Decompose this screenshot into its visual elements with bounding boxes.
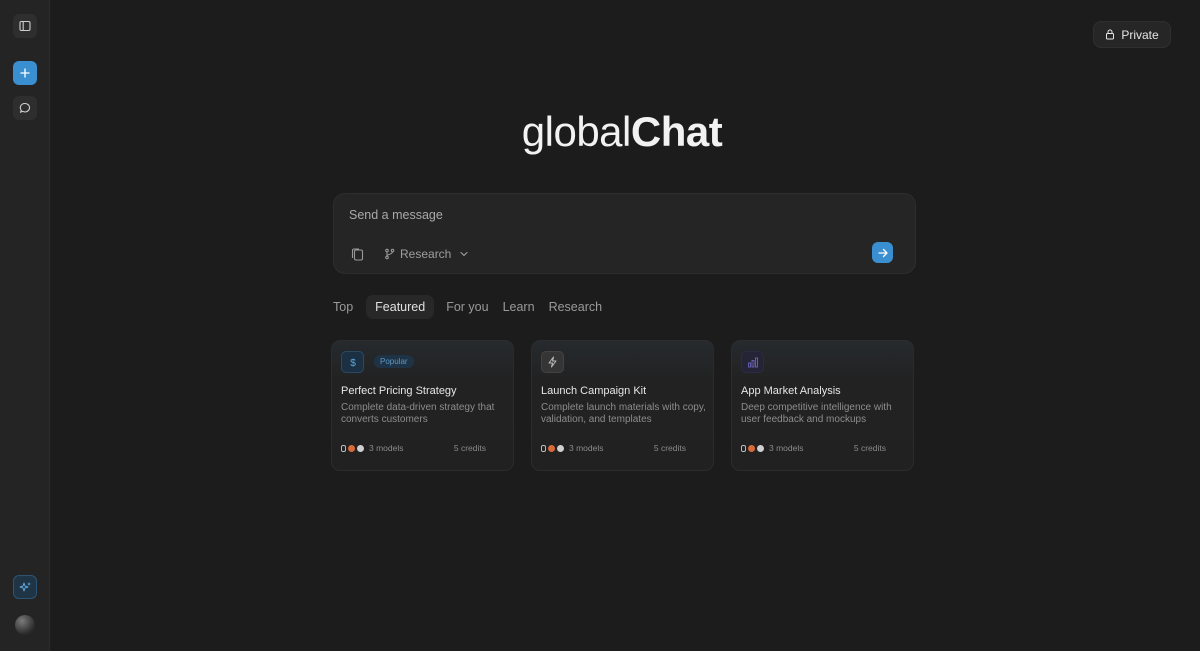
arrow-right-icon bbox=[877, 248, 888, 257]
send-button[interactable] bbox=[872, 242, 893, 263]
card-models: 3 models bbox=[541, 443, 604, 453]
new-chat-button[interactable] bbox=[13, 61, 37, 85]
card-models: 3 models bbox=[341, 443, 404, 453]
bar-chart-icon bbox=[747, 357, 758, 367]
card-models: 3 models bbox=[741, 443, 804, 453]
models-count: 3 models bbox=[569, 443, 604, 453]
avatar[interactable] bbox=[15, 615, 35, 635]
mode-selector[interactable]: Research bbox=[384, 244, 469, 264]
private-button[interactable]: Private bbox=[1093, 21, 1171, 48]
card-title: Perfect Pricing Strategy bbox=[341, 385, 457, 397]
model-icon bbox=[341, 444, 346, 452]
card-credits: 5 credits bbox=[453, 443, 486, 453]
models-count: 3 models bbox=[769, 443, 804, 453]
branch-icon bbox=[385, 248, 395, 260]
message-composer[interactable]: Send a message Research bbox=[333, 193, 916, 274]
category-tabs: Top Featured For you Learn Research bbox=[333, 295, 609, 319]
tab-for-you[interactable]: For you bbox=[439, 296, 495, 318]
copy-icon bbox=[351, 247, 363, 261]
assistant-sparkle-button[interactable] bbox=[13, 575, 37, 599]
plus-icon bbox=[20, 68, 30, 78]
svg-text:$: $ bbox=[350, 358, 356, 368]
chevron-down-icon bbox=[460, 251, 468, 257]
model-icon bbox=[557, 444, 564, 452]
model-icon bbox=[757, 444, 764, 452]
model-icon bbox=[357, 444, 364, 452]
popular-badge: Popular bbox=[374, 355, 414, 368]
dollar-icon: $ bbox=[350, 358, 356, 368]
sidebar-toggle-button[interactable] bbox=[13, 14, 37, 38]
tab-learn[interactable]: Learn bbox=[496, 296, 542, 318]
tab-featured[interactable]: Featured bbox=[366, 295, 435, 319]
model-icon bbox=[548, 444, 555, 452]
model-icon bbox=[748, 444, 755, 452]
private-label: Private bbox=[1121, 27, 1159, 42]
sparkle-icon bbox=[19, 581, 31, 591]
card-icon-box bbox=[541, 351, 564, 373]
card-credits: 5 credits bbox=[653, 443, 686, 453]
logo-light-text: global bbox=[521, 108, 632, 155]
message-input[interactable]: Send a message bbox=[349, 208, 443, 222]
app-logo: globalChat bbox=[0, 108, 1200, 156]
template-card-launch[interactable]: Launch Campaign Kit Complete launch mate… bbox=[531, 340, 714, 471]
card-description: Deep competitive intelligence with user … bbox=[741, 402, 892, 425]
logo-bold-text: Chat bbox=[630, 108, 723, 155]
mode-label: Research bbox=[400, 247, 452, 261]
card-icon-box: $ bbox=[341, 351, 364, 373]
panel-toggle-icon bbox=[19, 20, 31, 32]
card-description: Complete data-driven strategy that conve… bbox=[341, 402, 495, 425]
template-card-pricing[interactable]: $ Popular Perfect Pricing Strategy Compl… bbox=[331, 340, 514, 471]
attach-button[interactable] bbox=[348, 245, 366, 263]
lightning-icon bbox=[548, 356, 557, 368]
card-title: App Market Analysis bbox=[741, 385, 841, 397]
models-count: 3 models bbox=[369, 443, 404, 453]
model-icon bbox=[348, 444, 355, 452]
card-credits: 5 credits bbox=[853, 443, 886, 453]
card-title: Launch Campaign Kit bbox=[541, 385, 647, 397]
model-icon bbox=[541, 444, 546, 452]
app-root: Private globalChat Send a message Resear… bbox=[0, 0, 1200, 651]
sidebar bbox=[0, 0, 50, 651]
lock-icon bbox=[1106, 29, 1115, 40]
model-icon bbox=[741, 444, 746, 452]
card-icon-box bbox=[741, 351, 764, 373]
card-description: Complete launch materials with copy, val… bbox=[541, 402, 706, 425]
tab-top[interactable]: Top bbox=[333, 296, 360, 318]
tab-research[interactable]: Research bbox=[542, 296, 610, 318]
template-card-market[interactable]: App Market Analysis Deep competitive int… bbox=[731, 340, 914, 471]
